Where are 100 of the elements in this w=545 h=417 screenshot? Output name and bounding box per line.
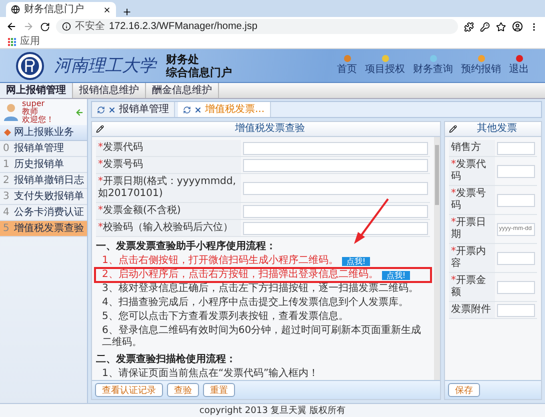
- tab-label: 报销单管理: [119, 104, 169, 116]
- globe-icon: [11, 5, 20, 14]
- tab-label: 增值税发票...: [205, 104, 265, 116]
- field-label: *开票内容: [449, 244, 495, 272]
- refresh-icon[interactable]: [183, 106, 191, 114]
- header-link[interactable]: 首页: [337, 55, 357, 76]
- close-icon[interactable]: [194, 106, 202, 114]
- save-button[interactable]: 保存: [448, 383, 480, 397]
- input-field[interactable]: [243, 204, 428, 218]
- sidebar-item-label: 公务卡消费认证: [14, 206, 84, 218]
- step-text: 1、点击右侧按钮，打开微信扫码生成小程序二维码。: [102, 255, 338, 267]
- section-heading: 一、发票发票查验助手小程序使用流程：: [96, 241, 277, 253]
- profile-icon[interactable]: [512, 21, 523, 32]
- step-text: 2、启动小程序后，点击右方按钮，扫描弹出登录信息二维码。: [102, 269, 378, 281]
- sidebar-item[interactable]: 2 报销单撤销日志: [0, 173, 87, 189]
- sidebar-item-label: 增值税发票查验: [14, 222, 84, 234]
- field-label: 销售方: [449, 140, 495, 156]
- url-text: 172.16.2.3/WFManager/home.jsp: [109, 20, 258, 32]
- item-number: 5: [3, 222, 10, 234]
- info-icon: [62, 22, 71, 31]
- security-label: 不安全: [75, 20, 105, 32]
- step-text: 1、请保证页面当前焦点在“发票代码”输入框内！: [102, 368, 319, 380]
- step-text: 5、您可以点击下方查看发票列表按钮，查看发票信息。: [102, 311, 348, 323]
- header-link[interactable]: 退出: [509, 55, 529, 76]
- refresh-icon[interactable]: [97, 106, 105, 114]
- university-name: 河南理工大学: [54, 56, 156, 76]
- menu-item[interactable]: 酬金信息维护: [146, 83, 219, 98]
- back-icon[interactable]: [6, 21, 17, 32]
- field-label: *发票代码: [449, 157, 495, 185]
- portal-title: 综合信息门户: [166, 66, 232, 78]
- item-number: 1: [3, 158, 10, 170]
- field-label: *发票号码: [96, 157, 241, 173]
- field-label: 发票附件: [449, 302, 495, 318]
- pencil-icon: [449, 125, 457, 133]
- close-icon[interactable]: [103, 6, 111, 14]
- collapse-arrow-icon[interactable]: [75, 108, 84, 116]
- new-tab-icon[interactable]: [122, 7, 132, 17]
- action-button[interactable]: 重置: [203, 383, 235, 397]
- input-field[interactable]: [497, 194, 535, 206]
- pencil-icon: [96, 125, 104, 133]
- sidebar-item[interactable]: 4 公务卡消费认证: [0, 205, 87, 221]
- extension-icon[interactable]: [464, 22, 474, 32]
- input-field[interactable]: [497, 280, 535, 294]
- user-avatar-icon: [3, 103, 19, 121]
- header-link[interactable]: 财务查询: [413, 55, 453, 76]
- key-icon[interactable]: [480, 22, 490, 32]
- sidebar-item-label: 报销单管理: [14, 142, 64, 154]
- item-number: 2: [3, 174, 10, 186]
- sidebar-item-label: 支付失败报销单: [14, 190, 84, 202]
- field-label: *开票金额: [449, 273, 495, 301]
- input-field[interactable]: [497, 142, 535, 154]
- input-field[interactable]: [497, 252, 535, 264]
- address-bar[interactable]: 不安全 172.16.2.3/WFManager/home.jsp: [56, 19, 458, 34]
- browser-tab[interactable]: 财务信息门户: [6, 2, 116, 17]
- input-field[interactable]: [243, 158, 428, 172]
- sidebar-item[interactable]: 1 历史报销单: [0, 157, 87, 173]
- forward-icon[interactable]: [23, 21, 34, 32]
- user-role: 教师: [22, 108, 38, 116]
- bookmark-link[interactable]: 应用: [20, 36, 40, 48]
- reload-icon[interactable]: [40, 22, 50, 32]
- field-label: *发票号码: [449, 186, 495, 214]
- sidebar-section-title: 网上报账业务: [14, 126, 74, 138]
- section-heading: 二、发票查验扫描枪使用流程：: [96, 354, 237, 366]
- copyright-text: copyright 2013 复旦天翼 版权所有: [199, 404, 346, 416]
- step-text: 3、核对登录信息正确后，点击左下方扫描按钮，逐一扫描发票二维码。: [102, 283, 418, 295]
- sidebar-item-label: 报销单撤销日志: [14, 174, 84, 186]
- input-field[interactable]: [243, 182, 428, 194]
- field-label: *发票代码: [96, 140, 241, 156]
- field-label: *校验码（输入校验码后六位）: [96, 220, 241, 236]
- step-text: 4、扫描查验完成后，小程序中点击提交上传发票信息到个人发票库。: [102, 297, 408, 309]
- department-title: 财务处: [166, 52, 200, 66]
- item-number: 3: [3, 190, 10, 202]
- sidebar-item[interactable]: 5 增值税发票查验: [0, 221, 87, 237]
- diamond-icon: [4, 129, 11, 136]
- step-text: 6、登录信息二维码有效时间为60分钟，超过时间可刷新本页面重新生成二维码。: [102, 325, 422, 349]
- university-logo-icon: [16, 52, 44, 80]
- welcome-text: 欢迎您！: [22, 116, 55, 124]
- apps-grid-icon: [8, 38, 16, 46]
- menu-item[interactable]: 报销信息维护: [73, 83, 146, 98]
- user-name: super: [22, 100, 46, 108]
- sidebar-item[interactable]: 3 支付失败报销单: [0, 189, 87, 205]
- scrollbar[interactable]: [434, 137, 440, 380]
- field-label: *发票金额(不含税): [96, 203, 241, 219]
- bookmark-star-icon[interactable]: [496, 22, 506, 32]
- header-link[interactable]: 项目授权: [365, 55, 405, 76]
- menu-item[interactable]: 网上报销管理: [0, 83, 73, 98]
- item-number: 4: [3, 206, 10, 218]
- header-link[interactable]: 预约报销: [461, 55, 501, 76]
- field-label: *开票日期(格式：yyyymmdd,如20170101): [96, 174, 241, 202]
- page-tab[interactable]: 报销单管理: [92, 102, 175, 117]
- action-button[interactable]: 查看认证记录: [95, 383, 163, 397]
- item-number: 0: [3, 142, 10, 154]
- action-button[interactable]: 查验: [167, 383, 199, 397]
- input-field[interactable]: [243, 222, 428, 234]
- input-field[interactable]: [243, 142, 428, 154]
- sidebar-item[interactable]: 0 报销单管理: [0, 141, 87, 157]
- panel-title: 其他发票: [476, 123, 518, 135]
- input-field[interactable]: [497, 304, 535, 316]
- panel-title: 增值税发票查验: [234, 123, 306, 135]
- input-field[interactable]: [497, 164, 535, 178]
